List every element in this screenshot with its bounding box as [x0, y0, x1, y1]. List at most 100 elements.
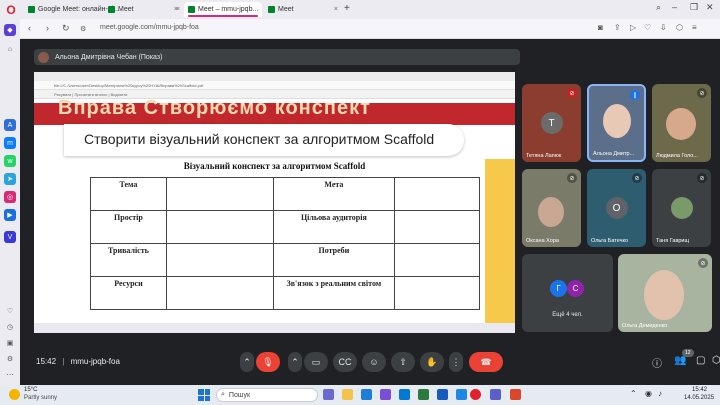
participant-tile[interactable]: ⊘ Т Тетяна Лапюк	[522, 84, 581, 162]
copilot-icon[interactable]	[323, 389, 334, 400]
close-tab-icon[interactable]: ×	[174, 6, 178, 13]
file-explorer-icon[interactable]	[342, 389, 353, 400]
close-window-icon[interactable]: ✕	[706, 2, 714, 13]
taskbar-search[interactable]: ⌕ Пошук	[216, 388, 318, 402]
table-cell: Потреби	[272, 243, 396, 277]
forward-icon[interactable]: ›	[46, 23, 49, 33]
instagram-icon[interactable]: ◎	[4, 191, 16, 203]
participant-tile[interactable]: ⊘ Таня Гаврищ	[652, 169, 711, 247]
settings-icon[interactable]: ⚙	[4, 353, 16, 365]
camera-icon[interactable]: ◙	[598, 23, 603, 32]
presenter-name: Альона Дмитрівна Чебан (Показ)	[55, 53, 163, 61]
participant-avatar: О	[605, 197, 628, 219]
participant-tile-video[interactable]: ⊘ Ольга Демиденко	[618, 254, 712, 332]
mail-icon[interactable]	[399, 389, 410, 400]
present-button[interactable]: ⇧	[391, 352, 415, 372]
home-icon[interactable]: ⌂	[4, 43, 16, 55]
table-row: Ресурси Зв'язок з реальним світом	[90, 276, 480, 310]
mic-options-chevron-icon[interactable]: ⌃	[240, 352, 254, 372]
play-icon[interactable]: ▷	[630, 23, 636, 32]
word-icon[interactable]	[437, 389, 448, 400]
workspace-icon[interactable]: ◆	[4, 24, 16, 36]
activities-icon[interactable]: ⬡	[712, 355, 720, 366]
extensions-icon[interactable]: ⬡	[676, 23, 683, 32]
download-icon[interactable]: ⇩	[660, 23, 667, 32]
table-cell: Мета	[272, 177, 396, 211]
tab-meet-1[interactable]: Meet ×	[104, 2, 182, 17]
excel-icon[interactable]	[418, 389, 429, 400]
tray-chevron-icon[interactable]: ⌃	[630, 389, 641, 400]
network-icon[interactable]: ◉	[645, 389, 656, 400]
camera-options-chevron-icon[interactable]: ⌃	[288, 352, 302, 372]
close-tab-icon[interactable]: ×	[261, 6, 262, 13]
opera-menu-icon[interactable]: O	[3, 2, 19, 17]
opera-taskbar-icon[interactable]	[470, 389, 481, 400]
clock-date[interactable]: 14.05.2025	[684, 395, 714, 401]
meet-favicon-icon	[268, 6, 275, 13]
powerpoint-icon[interactable]	[510, 389, 521, 400]
more-participants-label: Ещё 4 чел.	[552, 312, 583, 318]
volume-icon[interactable]: ♪	[658, 389, 669, 400]
teams-icon[interactable]	[490, 389, 501, 400]
tab-meet-active[interactable]: Meet – mmu-jpqb... ×	[184, 2, 262, 17]
share-icon[interactable]: ⇪	[614, 23, 621, 32]
participant-name: Ольга Батечко	[591, 238, 629, 244]
search-tabs-icon[interactable]: ⌕	[656, 2, 661, 13]
close-tab-icon[interactable]: ×	[334, 6, 338, 13]
participant-tile[interactable]: ⊘ Людмила Голо...	[652, 84, 711, 162]
emoji-button[interactable]: ☺	[362, 352, 386, 372]
concept-table: Тема Мета Простір Цільова аудиторія Трив…	[90, 177, 480, 310]
participant-tile-speaking[interactable]: ∥ Альона Дмитр...	[587, 84, 646, 162]
more-options-button[interactable]: ⋮	[449, 352, 463, 372]
bookmark-heart-icon[interactable]: ♡	[644, 23, 651, 32]
shared-taskbar	[34, 323, 515, 333]
easy-setup-icon[interactable]: ≡	[692, 23, 697, 32]
weather-temperature[interactable]: 15°C	[24, 387, 37, 393]
meet-favicon-icon	[28, 6, 35, 13]
table-cell: Тривалість	[90, 243, 167, 277]
bookmarks-icon[interactable]: ▣	[4, 337, 16, 349]
chat-icon[interactable]: ▢	[696, 355, 705, 366]
aria-icon[interactable]: A	[4, 119, 16, 131]
mic-toggle-button[interactable]: 🎙	[256, 352, 280, 372]
start-icon[interactable]	[198, 389, 210, 401]
new-tab-icon[interactable]: +	[344, 3, 350, 14]
participant-tile[interactable]: ⊘ О Ольга Батечко	[587, 169, 646, 247]
mic-off-icon: ⊘	[567, 173, 577, 183]
app-icon[interactable]	[456, 389, 467, 400]
captions-button[interactable]: CC	[333, 352, 357, 372]
more-participants-tile[interactable]: Г С Ещё 4 чел.	[522, 254, 613, 332]
vk-icon[interactable]: V	[4, 231, 16, 243]
site-info-icon[interactable]: ⚙	[80, 25, 86, 33]
history-icon[interactable]: ◷	[4, 321, 16, 333]
url-field[interactable]: meet.google.com/mmu-jpqb-foa	[100, 24, 199, 31]
browser-tab-bar: O Google Meet: онлайн-ві... × Meet × Mee…	[0, 0, 720, 19]
leave-call-button[interactable]: ☎	[469, 352, 503, 372]
whatsapp-icon[interactable]: w	[4, 155, 16, 167]
messenger-icon[interactable]: m	[4, 137, 16, 149]
reload-icon[interactable]: ↻	[62, 23, 70, 34]
participant-name: Таня Гаврищ	[656, 238, 690, 244]
screen: O Google Meet: онлайн-ві... × Meet × Mee…	[0, 0, 720, 405]
tab-meet-2[interactable]: Meet ×	[264, 2, 342, 17]
minimize-icon[interactable]: –	[672, 2, 677, 12]
participant-tile[interactable]: ⊘ Оксана Хора	[522, 169, 581, 247]
edge-icon[interactable]	[361, 389, 372, 400]
back-icon[interactable]: ‹	[28, 23, 31, 33]
player-icon[interactable]: ▶	[4, 209, 16, 221]
store-icon[interactable]	[380, 389, 391, 400]
camera-toggle-button[interactable]: ▭	[304, 352, 328, 372]
meeting-info-icon[interactable]: ⓘ	[652, 355, 662, 370]
raise-hand-button[interactable]: ✋	[420, 352, 444, 372]
more-icon[interactable]: ⋯	[4, 369, 16, 381]
clock-time[interactable]: 15:42	[692, 387, 707, 393]
weather-description[interactable]: Partly sunny	[24, 395, 57, 401]
shared-tab-bar	[34, 72, 515, 81]
table-cell: Тема	[90, 177, 167, 211]
table-cell: Цільова аудиторія	[272, 210, 396, 244]
slide-title: Створити візуальний конспект за алгоритм…	[84, 131, 435, 147]
telegram-icon[interactable]: ➤	[4, 173, 16, 185]
maximize-icon[interactable]: ❐	[690, 2, 698, 13]
heart-icon[interactable]: ♡	[4, 305, 16, 317]
weather-icon[interactable]	[9, 389, 20, 400]
